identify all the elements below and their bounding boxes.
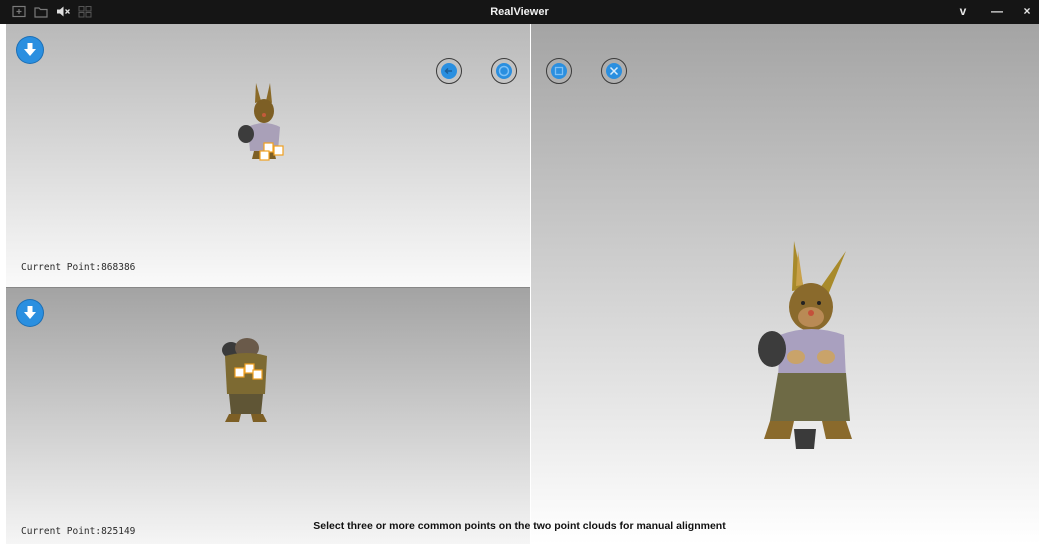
title-bar: RealViewer v — × [0,0,1039,24]
point-cloud-model-bottom[interactable] [211,336,281,426]
cancel-tool-button[interactable] [601,58,627,84]
load-point-cloud-button-bottom[interactable] [17,300,43,326]
viewport-right[interactable] [531,24,1039,544]
close-button[interactable]: × [1012,0,1039,24]
viewport-bottom-left[interactable]: Current Point:825149 [6,287,530,544]
confirm-icon [496,63,512,79]
download-arrow-icon [24,43,36,56]
app-title: RealViewer [490,6,549,18]
menu-button[interactable]: v [948,0,978,24]
confirm-tool-button[interactable] [491,58,517,84]
apply-tool-button[interactable] [546,58,572,84]
point-cloud-model-top[interactable] [234,79,294,164]
current-point-label-top: Current Point:868386 [21,262,136,273]
arrow-left-icon [441,63,457,79]
load-point-cloud-button-top[interactable] [17,37,43,63]
download-arrow-icon [24,306,36,319]
apply-icon [551,63,567,79]
back-tool-button[interactable] [436,58,462,84]
minimize-button[interactable]: — [982,0,1012,24]
point-cloud-model-merged[interactable] [756,239,856,454]
status-message: Select three or more common points on th… [313,520,726,532]
cancel-icon [606,63,622,79]
